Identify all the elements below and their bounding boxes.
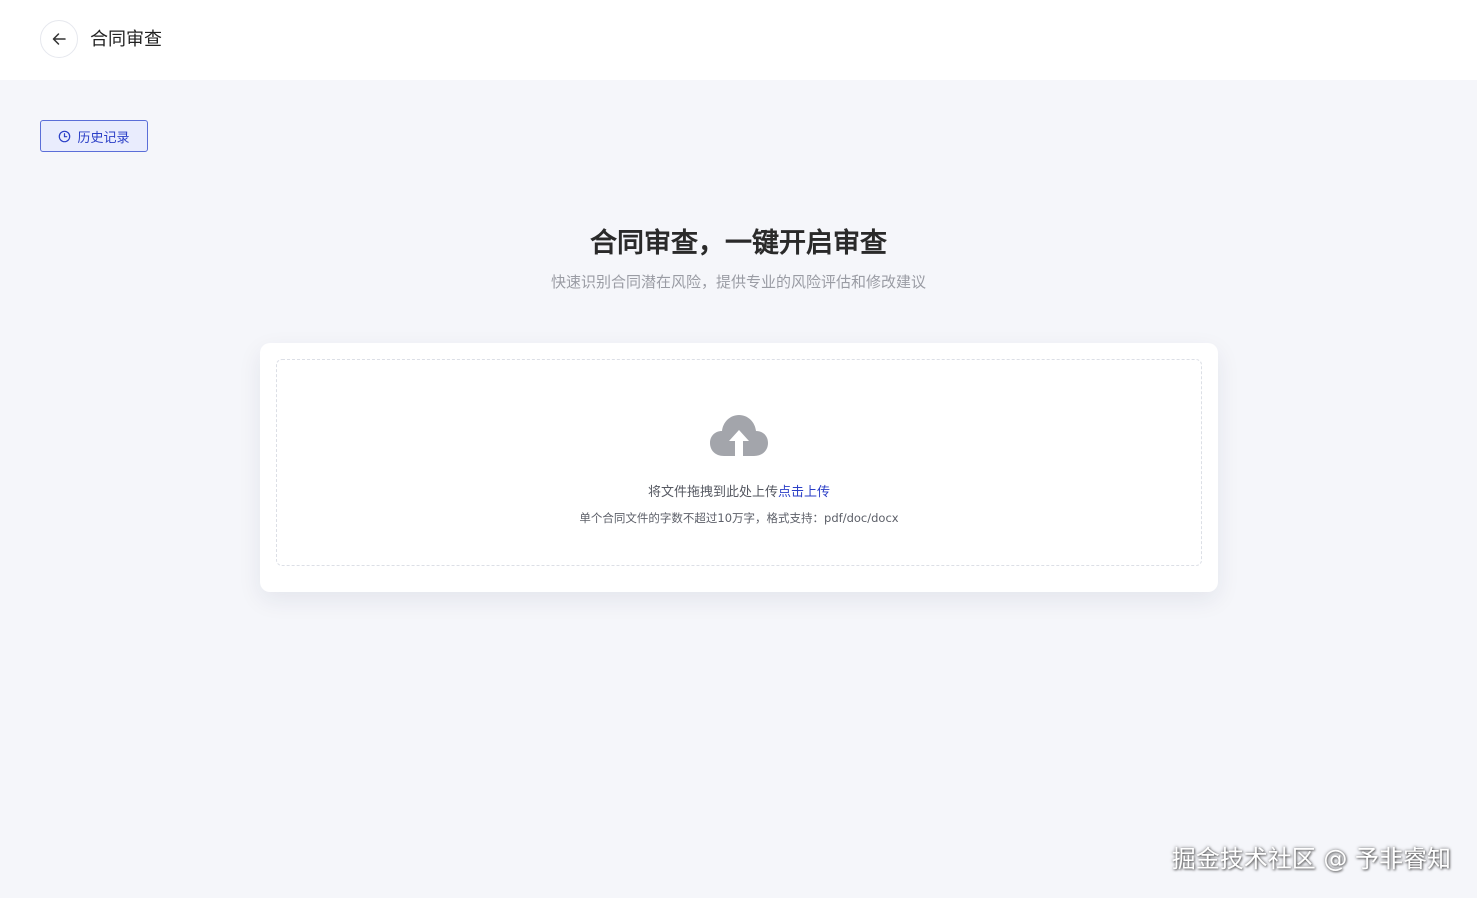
- hero-subtitle: 快速识别合同潜在风险，提供专业的风险评估和修改建议: [550, 273, 926, 291]
- upload-dropzone[interactable]: 将文件拖拽到此处上传点击上传 单个合同文件的字数不超过10万字，格式支持：pdf…: [276, 359, 1202, 566]
- upload-hint: 单个合同文件的字数不超过10万字，格式支持：pdf/doc/docx: [579, 511, 899, 525]
- cloud-upload-icon: [710, 415, 768, 456]
- page-title: 合同审查: [90, 29, 162, 50]
- upload-card: 将文件拖拽到此处上传点击上传 单个合同文件的字数不超过10万字，格式支持：pdf…: [260, 343, 1218, 592]
- watermark: 掘金技术社区 @ 予非睿知: [1171, 845, 1451, 873]
- arrow-left-icon: [52, 33, 66, 45]
- history-button[interactable]: 历史记录: [40, 120, 148, 152]
- upload-instruction: 将文件拖拽到此处上传点击上传: [277, 484, 1201, 502]
- clock-icon: [59, 130, 71, 142]
- back-button[interactable]: [40, 20, 78, 58]
- click-upload-link[interactable]: 点击上传: [778, 485, 830, 500]
- hero-title: 合同审查，一键开启审查: [590, 228, 887, 259]
- top-header: 合同审查: [0, 0, 1477, 80]
- upload-instruction-text: 将文件拖拽到此处上传: [647, 485, 778, 500]
- history-button-label: 历史记录: [77, 130, 130, 146]
